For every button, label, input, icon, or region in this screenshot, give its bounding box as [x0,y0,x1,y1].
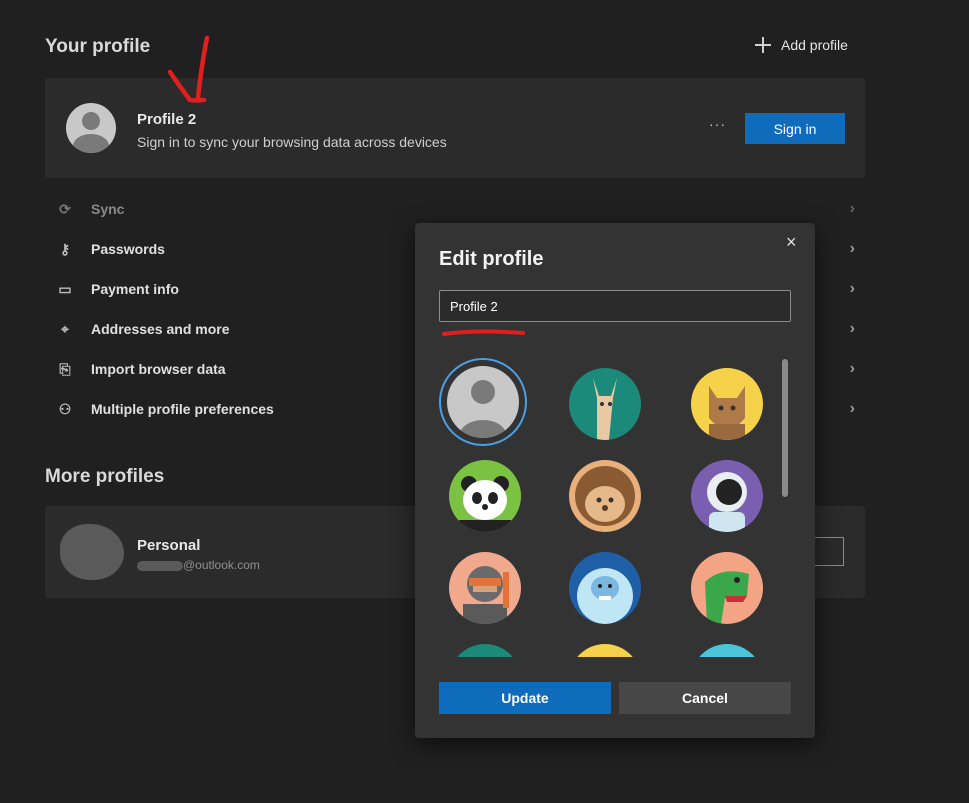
close-icon[interactable]: × [786,232,797,253]
chevron-right-icon: › [849,240,855,257]
avatar-grid-scrollbar[interactable] [782,357,788,657]
more-options-button[interactable]: ··· [709,116,726,132]
dinosaur-avatar[interactable] [691,552,763,624]
update-button[interactable]: Update [439,682,611,714]
partial-avatar-yellow[interactable] [569,644,641,657]
chevron-right-icon: › [849,320,855,337]
chevron-right-icon: › [849,200,855,217]
panda-avatar[interactable] [449,460,521,532]
yeti-avatar[interactable] [569,552,641,624]
key-icon: ⚷ [59,240,71,257]
sync-icon: ⟳ [59,200,71,217]
page-title: Your profile [45,36,151,57]
sign-in-button[interactable]: Sign in [745,113,845,144]
llama-avatar[interactable] [569,368,641,440]
profile-avatar [66,103,116,153]
people-icon: ⚇ [58,400,72,417]
partial-avatar-cyan[interactable] [691,644,763,657]
plus-icon [755,37,771,53]
default-avatar[interactable] [447,366,519,438]
add-profile-label: Add profile [781,37,848,53]
edit-profile-dialog: × Edit profile Profile 2 Update Cancel [415,223,815,738]
cancel-button[interactable]: Cancel [619,682,791,714]
annotation-underline-icon [442,329,525,336]
profile-name-input[interactable] [439,290,791,322]
annotation-arrow-icon [167,35,210,103]
import-icon: ⎘ [59,360,71,377]
location-pin-icon: ⌖ [61,320,69,337]
personal-profile-email: @outlook.com [183,558,260,572]
chevron-right-icon: › [849,280,855,297]
more-profiles-title: More profiles [45,466,165,487]
dialog-title: Edit profile [439,248,544,270]
redacted-avatar [60,524,124,580]
chevron-right-icon: › [849,400,855,417]
profile-subtitle: Sign in to sync your browsing data acros… [137,134,447,150]
scrollbar-thumb[interactable] [782,359,788,497]
menu-item-sync[interactable]: ⟳ Sync › [55,200,855,218]
card-icon: ▭ [58,280,72,297]
menu-label: Sync [91,201,125,217]
cat-avatar[interactable] [691,368,763,440]
astronaut-avatar[interactable] [691,460,763,532]
ninja-avatar[interactable] [449,552,521,624]
hedgehog-avatar[interactable] [569,460,641,532]
chevron-right-icon: › [849,360,855,377]
profile-name: Profile 2 [137,111,197,128]
redacted-email-block [137,561,183,571]
avatar-grid [415,353,815,657]
partial-avatar-green[interactable] [449,644,521,657]
add-profile-button[interactable]: Add profile [755,37,848,53]
personal-profile-name: Personal [137,537,201,554]
